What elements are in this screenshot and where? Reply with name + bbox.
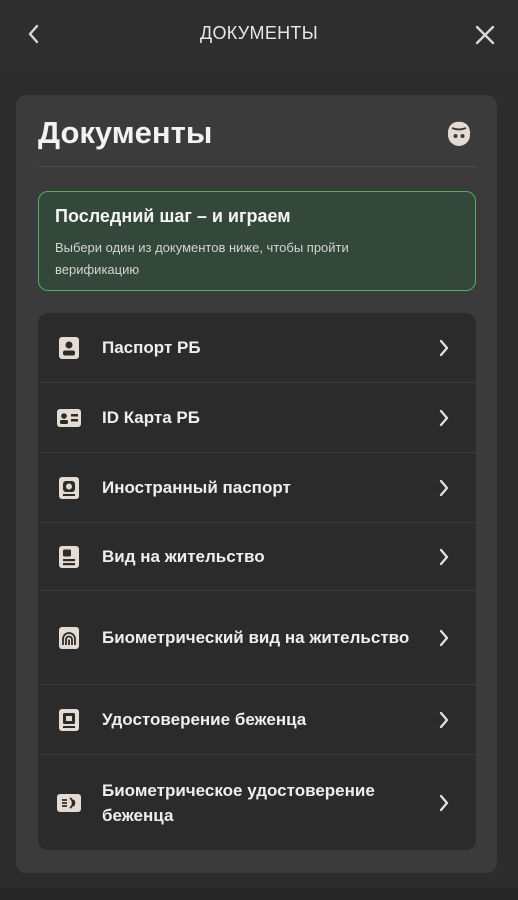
chevron-right-icon (434, 547, 454, 567)
support-button[interactable] (443, 118, 475, 150)
chevron-right-icon (434, 338, 454, 358)
document-label: Паспорт РБ (102, 338, 201, 357)
close-icon (475, 25, 495, 45)
support-agent-icon (447, 121, 471, 146)
id-card-icon (56, 405, 82, 431)
passport-icon (56, 335, 82, 361)
document-item-id-card-rb[interactable]: ID Карта РБ (38, 383, 476, 453)
chevron-right-icon (434, 478, 454, 498)
document-item-refugee-certificate[interactable]: Удостоверение беженца (38, 685, 476, 755)
document-label: ID Карта РБ (102, 408, 200, 427)
document-label: Удостоверение беженца (102, 710, 307, 729)
document-label: Вид на жительство (102, 547, 265, 566)
top-bar: ДОКУМЕНТЫ (0, 0, 518, 70)
documents-panel: Документы Последний шаг – и играем Выбер… (16, 95, 497, 873)
verification-notice: Последний шаг – и играем Выбери один из … (38, 191, 476, 291)
foreign-passport-icon (56, 475, 82, 501)
document-item-biometric-refugee-certificate[interactable]: Биометрическое удостоверение беженца (38, 755, 476, 850)
header-title: ДОКУМЕНТЫ (200, 23, 318, 43)
panel-header: Документы (38, 113, 475, 167)
document-label: Иностранный паспорт (102, 478, 291, 497)
chevron-right-icon (434, 710, 454, 730)
document-label: Биометрический вид на жительство (102, 628, 410, 647)
document-item-residence-permit[interactable]: Вид на жительство (38, 523, 476, 591)
page-title: Документы (38, 115, 213, 150)
document-item-passport-rb[interactable]: Паспорт РБ (38, 313, 476, 383)
chevron-right-icon (434, 628, 454, 648)
notice-text: Выбери один из документов ниже, чтобы пр… (55, 240, 349, 277)
document-item-biometric-residence-permit[interactable]: Биометрический вид на жительство (38, 591, 476, 685)
biometric-residence-permit-icon (56, 625, 82, 651)
close-button[interactable] (470, 20, 500, 50)
residence-permit-icon (56, 544, 82, 570)
chevron-right-icon (434, 408, 454, 428)
refugee-certificate-icon (56, 707, 82, 733)
biometric-refugee-certificate-icon (56, 790, 82, 816)
notice-title: Последний шаг – и играем (55, 206, 291, 226)
documents-list: Паспорт РБ ID Карта РБ Иностранный паспо… (38, 313, 476, 850)
chevron-right-icon (434, 793, 454, 813)
document-item-foreign-passport[interactable]: Иностранный паспорт (38, 453, 476, 523)
document-label: Биометрическое удостоверение беженца (102, 781, 375, 825)
bottom-edge (0, 888, 518, 900)
